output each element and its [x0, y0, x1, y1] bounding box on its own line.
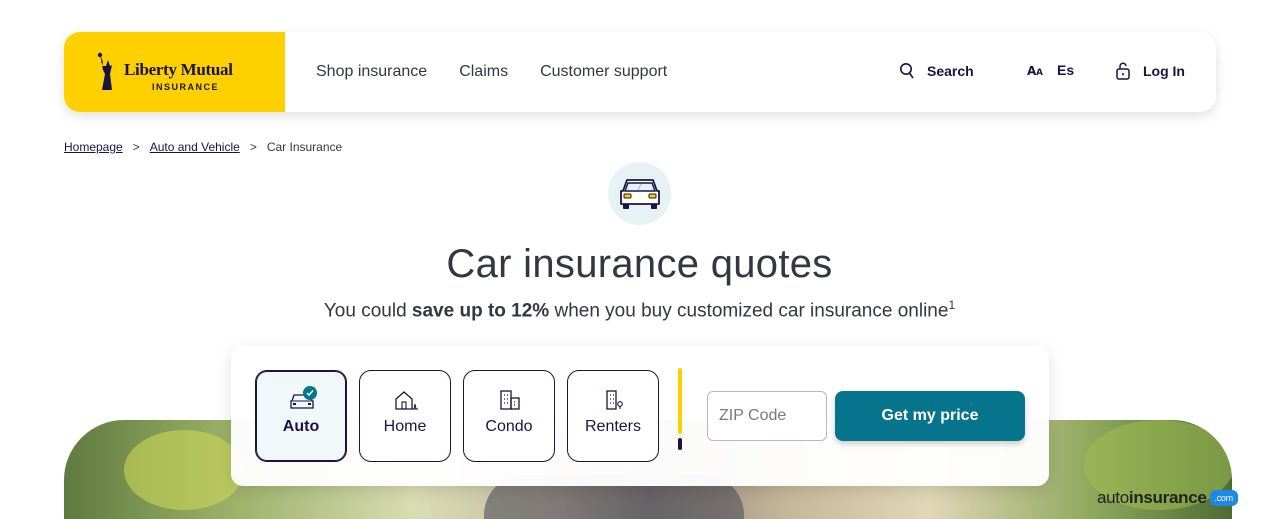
watermark-part2: insurance: [1128, 488, 1207, 507]
condo-building-icon: [500, 390, 520, 410]
option-condo-label: Condo: [485, 418, 533, 435]
page-subtitle: You could save up to 12% when you buy cu…: [0, 298, 1264, 322]
breadcrumb-homepage[interactable]: Homepage: [64, 140, 123, 154]
house-icon: [395, 391, 418, 410]
search-icon: [900, 63, 914, 79]
progress-divider-end: [678, 438, 682, 450]
login-button[interactable]: Log In: [1115, 62, 1185, 80]
subtitle-highlight: save up to 12%: [411, 300, 550, 322]
get-my-price-button[interactable]: Get my price: [835, 391, 1025, 441]
watermark-badge: .com: [1209, 490, 1238, 506]
option-home-label: Home: [383, 418, 427, 435]
quote-card: Auto Home Condo Renters Get my price: [231, 346, 1049, 486]
search-button[interactable]: Search: [899, 62, 974, 80]
logo-tagline: INSURANCE: [152, 82, 220, 92]
main-nav: Shop insurance Claims Customer support: [316, 63, 667, 81]
statue-of-liberty-icon: [97, 52, 112, 90]
breadcrumb-current: Car Insurance: [266, 140, 343, 154]
login-label: Log In: [1143, 63, 1185, 79]
option-home[interactable]: Home: [359, 370, 451, 462]
watermark-part1: auto: [1097, 488, 1129, 507]
footnote-marker[interactable]: 1: [948, 298, 955, 312]
option-condo[interactable]: Condo: [463, 370, 555, 462]
renters-building-icon: [606, 390, 623, 410]
progress-divider: [678, 368, 682, 434]
font-size-icon: AA: [1027, 64, 1043, 77]
car-icon: [620, 179, 660, 209]
language-label: Es: [1057, 62, 1075, 78]
option-renters-label: Renters: [584, 418, 642, 435]
breadcrumb: Homepage > Auto and Vehicle > Car Insura…: [64, 140, 342, 154]
subtitle-text: You could: [323, 300, 412, 322]
nav-shop-insurance[interactable]: Shop insurance: [316, 63, 427, 81]
selected-check-icon: [303, 386, 317, 400]
breadcrumb-separator: >: [132, 140, 140, 154]
option-auto[interactable]: Auto: [255, 370, 347, 462]
subtitle-text-end: when you buy customized car insurance on…: [549, 300, 949, 322]
option-renters[interactable]: Renters: [567, 370, 659, 462]
breadcrumb-auto-and-vehicle[interactable]: Auto and Vehicle: [150, 140, 240, 154]
lock-icon: [1116, 62, 1130, 80]
nav-customer-support[interactable]: Customer support: [540, 63, 667, 81]
car-illustration: [608, 162, 671, 225]
liberty-mutual-logo[interactable]: Liberty Mutual INSURANCE: [64, 32, 285, 112]
site-header: Liberty Mutual INSURANCE Shop insurance …: [64, 32, 1216, 112]
nav-claims[interactable]: Claims: [459, 63, 508, 81]
breadcrumb-separator: >: [249, 140, 257, 154]
language-toggle[interactable]: AA Es: [1027, 62, 1074, 78]
search-label: Search: [927, 63, 974, 79]
svg-text:A: A: [1036, 68, 1043, 77]
autoinsurance-watermark: auto insurance .com: [1097, 488, 1238, 508]
zip-code-input[interactable]: [707, 391, 827, 441]
logo-wordmark: Liberty Mutual: [124, 60, 233, 79]
page-title: Car insurance quotes: [446, 242, 833, 286]
option-auto-label: Auto: [282, 418, 320, 435]
